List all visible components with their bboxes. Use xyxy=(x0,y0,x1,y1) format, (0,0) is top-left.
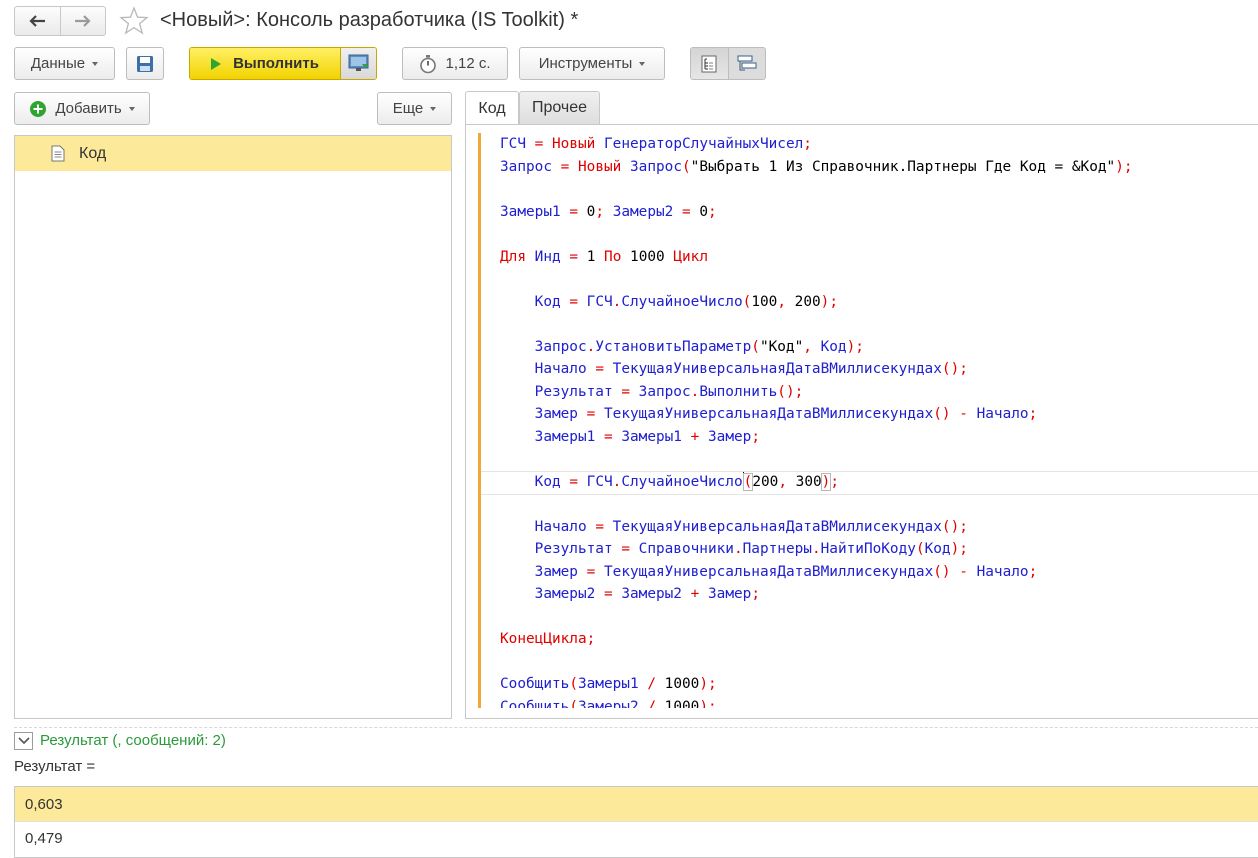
run-button-group: Выполнить xyxy=(189,47,377,80)
tab-other-label: Прочее xyxy=(531,99,588,116)
code-line: Для Инд = 1 По 1000 Цикл xyxy=(500,248,709,265)
arrow-right-icon xyxy=(74,15,91,27)
code-line: Код = ГСЧ.СлучайноеЧисло(200, 300); xyxy=(534,471,839,491)
chevron-down-icon xyxy=(639,62,646,66)
back-button[interactable] xyxy=(15,7,60,35)
results-label: Результат = xyxy=(14,758,96,775)
results-list: 0,603 0,479 xyxy=(14,786,1258,858)
chevron-down-icon xyxy=(430,107,437,111)
code-line: Сообщить(Замеры2 / 1000); xyxy=(500,698,717,709)
stopwatch-icon xyxy=(420,54,437,73)
code-line: Начало = ТекущаяУниверсальнаяДатаВМиллис… xyxy=(534,518,968,535)
chevron-down-icon xyxy=(128,107,135,111)
code-line: Код = ГСЧ.СлучайноеЧисло(100, 200); xyxy=(534,293,838,310)
code-line: КонецЦикла; xyxy=(500,631,596,647)
document-icon xyxy=(51,145,65,162)
title-bar: <Новый>: Консоль разработчика (IS Toolki… xyxy=(0,0,1258,44)
results-separator xyxy=(14,727,1258,728)
code-line: Замер = ТекущаяУниверсальнаяДатаВМиллисе… xyxy=(534,563,1038,580)
code-text: ГСЧ = Новый ГенераторСлучайныхЧисел; Запр… xyxy=(500,133,1133,708)
tab-other[interactable]: Прочее xyxy=(519,91,600,124)
timer-value: 1,12 с. xyxy=(445,55,491,72)
chevron-down-icon xyxy=(92,62,99,66)
tree-view-toggle[interactable] xyxy=(691,48,728,79)
code-editor[interactable]: ГСЧ = Новый ГенераторСлучайныхЧисел; Запр… xyxy=(478,133,1258,708)
tools-menu-label: Инструменты xyxy=(538,55,633,72)
code-line: Замер = ТекущаяУниверсальнаяДатаВМиллисе… xyxy=(534,406,1038,422)
add-button[interactable]: Добавить xyxy=(14,92,150,125)
tree-item-label: Код xyxy=(79,144,107,162)
window-title: <Новый>: Консоль разработчика (IS Toolki… xyxy=(160,9,579,31)
save-button[interactable] xyxy=(126,47,164,80)
code-line: Сообщить(Замеры1 / 1000); xyxy=(500,676,717,692)
result-value: 0,603 xyxy=(25,795,63,813)
split-layout-icon xyxy=(737,55,757,70)
tree-list-icon xyxy=(701,55,717,72)
data-menu-label: Данные xyxy=(30,55,86,72)
tools-menu-button[interactable]: Инструменты xyxy=(519,47,665,80)
forward-button[interactable] xyxy=(59,7,106,35)
timer-button[interactable]: 1,12 с. xyxy=(402,47,508,80)
results-header: Результат (, сообщений: 2) xyxy=(40,732,226,749)
code-line: Замеры2 = Замеры2 + Замер; xyxy=(534,586,760,602)
results-collapse-toggle[interactable] xyxy=(14,732,33,750)
snippet-tree: Код xyxy=(14,135,452,719)
tab-code-label: Код xyxy=(478,99,506,117)
run-in-window-button[interactable] xyxy=(340,48,376,79)
navigation-buttons xyxy=(14,6,106,36)
floppy-disk-icon xyxy=(137,55,153,72)
code-line: ГСЧ = Новый ГенераторСлучайныхЧисел; xyxy=(500,136,812,152)
favorite-button[interactable] xyxy=(118,6,150,36)
code-line: Замеры1 = Замеры1 + Замер; xyxy=(534,428,760,445)
add-button-label: Добавить xyxy=(55,100,122,117)
tree-item-code[interactable]: Код xyxy=(15,136,451,171)
split-view-toggle[interactable] xyxy=(727,48,766,79)
data-menu-button[interactable]: Данные xyxy=(14,47,115,80)
more-menu-label: Еще xyxy=(392,100,424,117)
plus-circle-icon xyxy=(30,100,47,117)
code-line: Результат = Запрос.Выполнить(); xyxy=(534,383,804,400)
code-line: Начало = ТекущаяУниверсальнаяДатаВМиллис… xyxy=(534,361,968,377)
star-icon xyxy=(119,6,149,35)
result-value: 0,479 xyxy=(25,830,63,847)
chevron-down-icon xyxy=(17,737,30,745)
result-row[interactable]: 0,603 xyxy=(15,787,1258,821)
arrow-left-icon xyxy=(29,15,46,27)
code-line: Результат = Справочники.Партнеры.НайтиПо… xyxy=(534,541,968,557)
tab-code[interactable]: Код xyxy=(465,91,519,125)
play-icon xyxy=(211,57,222,70)
result-row[interactable]: 0,479 xyxy=(15,821,1258,855)
more-menu-button[interactable]: Еще xyxy=(377,92,452,125)
code-line: Запрос.УстановитьПараметр("Код", Код); xyxy=(534,338,864,355)
run-button-label: Выполнить xyxy=(233,55,319,72)
code-line: Запрос = Новый Запрос("Выбрать 1 Из Спра… xyxy=(500,158,1133,175)
run-button[interactable]: Выполнить xyxy=(190,48,340,79)
monitor-icon xyxy=(348,54,368,71)
view-toggle-group xyxy=(690,47,766,80)
code-line: Замеры1 = 0; Замеры2 = 0; xyxy=(500,203,717,220)
